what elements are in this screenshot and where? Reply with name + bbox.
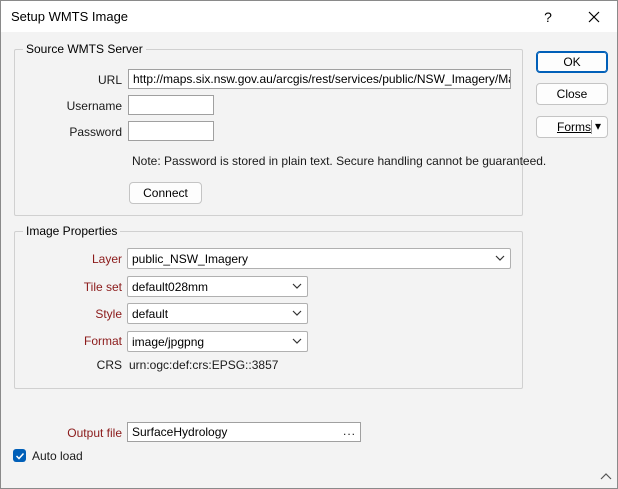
style-label: Style (95, 307, 122, 321)
connect-label: Connect (143, 186, 188, 200)
help-button[interactable]: ? (525, 1, 571, 32)
close-button[interactable]: Close (536, 83, 608, 105)
output-file-value: SurfaceHydrology (132, 425, 228, 439)
password-field[interactable] (128, 121, 214, 141)
chevron-up-icon[interactable] (599, 471, 613, 483)
dropdown-arrow-icon[interactable]: ▾ (595, 119, 601, 133)
setup-wmts-dialog: Setup WMTS Image ? Source WMTS Server UR… (0, 0, 618, 489)
chevron-down-icon (292, 310, 302, 316)
ok-button[interactable]: OK (536, 51, 608, 73)
password-note: Note: Password is stored in plain text. … (132, 154, 547, 168)
title-bar: Setup WMTS Image ? (1, 1, 617, 32)
browse-button[interactable]: ... (343, 424, 356, 438)
tileset-value: default028mm (132, 280, 209, 294)
format-dropdown[interactable]: image/jpgpng (127, 331, 308, 352)
connect-button[interactable]: Connect (129, 182, 202, 204)
close-icon (588, 11, 600, 22)
output-file-field[interactable]: SurfaceHydrology (127, 422, 361, 442)
username-label: Username (66, 99, 122, 113)
forms-button[interactable]: Forms ▾ (536, 116, 608, 138)
chevron-down-icon (292, 283, 302, 289)
url-label: URL (97, 73, 122, 87)
tileset-label: Tile set (83, 280, 122, 294)
password-label: Password (69, 125, 122, 139)
crs-label: CRS (96, 358, 122, 372)
layer-label: Layer (91, 252, 122, 266)
format-label: Format (83, 334, 122, 348)
forms-label: Forms (557, 120, 591, 134)
style-value: default (132, 307, 169, 321)
layer-dropdown[interactable]: public_NSW_Imagery (127, 248, 511, 269)
window-title: Setup WMTS Image (11, 9, 129, 24)
url-value: http://maps.six.nsw.gov.au/arcgis/rest/s… (133, 72, 510, 86)
format-value: image/jpgpng (132, 335, 205, 349)
autoload-label: Auto load (32, 449, 83, 463)
style-dropdown[interactable]: default (127, 303, 308, 324)
forms-divider (591, 120, 592, 134)
image-properties-legend: Image Properties (23, 224, 121, 238)
help-icon: ? (544, 8, 552, 25)
chevron-down-icon (495, 255, 505, 261)
autoload-checkbox[interactable] (13, 449, 26, 462)
layer-value: public_NSW_Imagery (132, 252, 249, 266)
close-label: Close (556, 87, 588, 101)
username-field[interactable] (128, 95, 214, 115)
url-field[interactable]: http://maps.six.nsw.gov.au/arcgis/rest/s… (128, 69, 511, 89)
source-server-legend: Source WMTS Server (23, 42, 146, 56)
checkmark-icon (15, 452, 24, 460)
close-window-button[interactable] (571, 1, 617, 32)
crs-value: urn:ogc:def:crs:EPSG::3857 (129, 358, 279, 372)
tileset-dropdown[interactable]: default028mm (127, 276, 308, 297)
output-file-label: Output file (67, 426, 122, 440)
chevron-down-icon (292, 338, 302, 344)
ok-label: OK (563, 55, 581, 69)
